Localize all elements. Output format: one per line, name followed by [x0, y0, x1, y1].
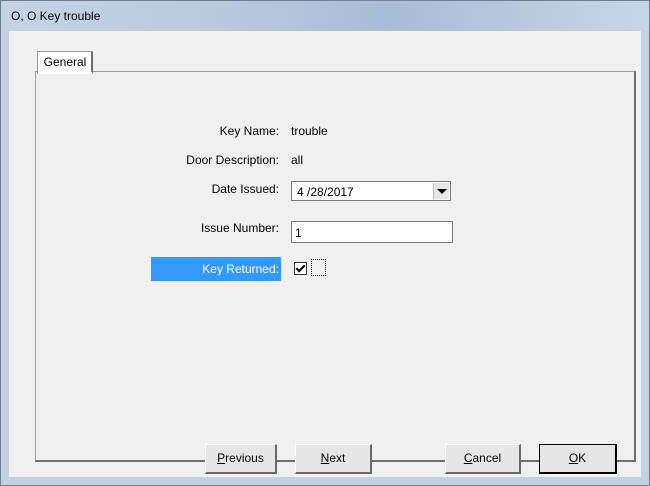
window-title: O, O Key trouble: [11, 9, 101, 23]
window-frame-right: [641, 31, 649, 485]
previous-button-mnemonic: P: [217, 451, 226, 465]
issue-number-input[interactable]: 1: [291, 221, 453, 243]
issue-number-value: 1: [295, 226, 302, 240]
window-frame-bottom: [1, 477, 649, 485]
cancel-button[interactable]: Cancel: [445, 444, 521, 474]
ok-button-mnemonic: O: [568, 451, 579, 465]
key-returned-checkbox[interactable]: [294, 262, 307, 275]
dialog-window: O, O Key trouble General Key Name: troub…: [0, 0, 650, 486]
ok-button-label: K: [578, 451, 587, 465]
key-returned-label: Key Returned:: [202, 262, 279, 276]
previous-button[interactable]: Previous: [205, 444, 277, 474]
tab-general[interactable]: General: [37, 51, 93, 74]
date-issued-value: 4 /28/2017: [297, 185, 354, 199]
door-description-label: Door Description:: [186, 153, 279, 167]
date-issued-label: Date Issued:: [211, 182, 279, 196]
issue-number-label: Issue Number:: [200, 221, 279, 235]
window-frame-left: [1, 31, 9, 485]
tab-shadow: [91, 52, 93, 72]
dialog-client-area: General Key Name: trouble Door Descripti…: [9, 31, 641, 477]
chevron-down-icon[interactable]: [433, 183, 449, 199]
next-button[interactable]: Next: [295, 444, 372, 474]
ok-button[interactable]: OK: [539, 444, 617, 474]
general-tab-panel: [35, 71, 636, 462]
door-description-value: all: [291, 153, 304, 167]
previous-button-label: revious: [225, 451, 264, 465]
date-issued-picker[interactable]: 4 /28/2017: [291, 181, 451, 201]
title-bar[interactable]: O, O Key trouble: [1, 1, 649, 31]
key-returned-focus-indicator: [311, 259, 326, 276]
cancel-button-label: ancel: [472, 451, 502, 465]
next-button-label: ext: [329, 451, 346, 465]
key-name-value: trouble: [291, 124, 328, 138]
key-name-label: Key Name:: [219, 124, 279, 138]
